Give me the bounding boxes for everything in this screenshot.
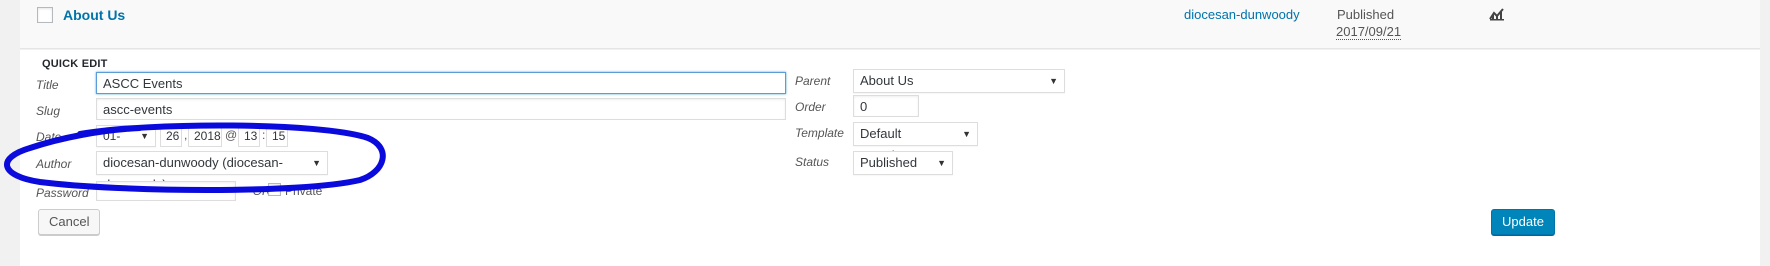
chevron-down-icon: ▼	[962, 129, 971, 139]
password-input[interactable]	[96, 181, 236, 201]
cancel-button[interactable]: Cancel	[38, 209, 101, 235]
minute-input[interactable]: 15	[266, 125, 288, 147]
chevron-down-icon: ▼	[140, 131, 149, 141]
chevron-down-icon: ▼	[312, 158, 321, 168]
pages-list-table: About Us diocesan-dunwoody Published 201…	[0, 0, 1770, 266]
date-label: Date	[36, 130, 62, 144]
order-input[interactable]	[853, 95, 919, 117]
slug-label: Slug	[36, 104, 61, 118]
title-input[interactable]	[96, 72, 786, 94]
publish-date: 2017/09/21	[1336, 24, 1402, 40]
chart-icon[interactable]	[1489, 7, 1507, 23]
page-title-link[interactable]: About Us	[63, 7, 125, 23]
date-at: @	[225, 128, 238, 142]
author-select[interactable]: diocesan-dunwoody (diocesan-dunwoody) ▼	[96, 151, 328, 192]
quick-edit-heading: QUICK EDIT	[42, 58, 108, 70]
order-label: Order	[795, 100, 826, 114]
day-input[interactable]: 26	[160, 125, 182, 147]
status-value: Published	[860, 155, 918, 170]
publish-status: Published	[1337, 7, 1395, 22]
template-select[interactable]: Default Template ▼	[853, 122, 978, 163]
title-label: Title	[36, 78, 59, 92]
author-link[interactable]: diocesan-dunwoody	[1184, 7, 1300, 22]
slug-input[interactable]	[96, 98, 786, 120]
status-label: Status	[795, 155, 830, 169]
template-label: Template	[795, 126, 844, 140]
chevron-down-icon: ▼	[937, 158, 946, 168]
parent-label: Parent	[795, 74, 831, 88]
hour-input[interactable]: 13	[238, 125, 260, 147]
time-colon: :	[262, 128, 266, 142]
parent-select[interactable]: About Us ▼	[853, 69, 1065, 93]
update-button[interactable]: Update	[1491, 209, 1555, 235]
status-select[interactable]: Published ▼	[853, 151, 953, 175]
table-row: About Us diocesan-dunwoody Published 201…	[20, 0, 1760, 49]
author-label: Author	[36, 157, 72, 171]
chevron-down-icon: ▼	[1049, 76, 1058, 86]
private-checkbox[interactable]	[268, 183, 281, 196]
quick-edit-panel: QUICK EDIT Title Slug Date 01-Jan ▼ 26 ,…	[20, 50, 1760, 266]
date-comma: ,	[184, 128, 188, 142]
password-label: Password	[36, 186, 89, 200]
month-select[interactable]: 01-Jan ▼	[96, 125, 156, 163]
row-select-checkbox[interactable]	[37, 7, 53, 23]
parent-value: About Us	[860, 73, 914, 88]
year-input[interactable]: 2018	[188, 125, 222, 147]
private-label: Private	[285, 184, 323, 198]
